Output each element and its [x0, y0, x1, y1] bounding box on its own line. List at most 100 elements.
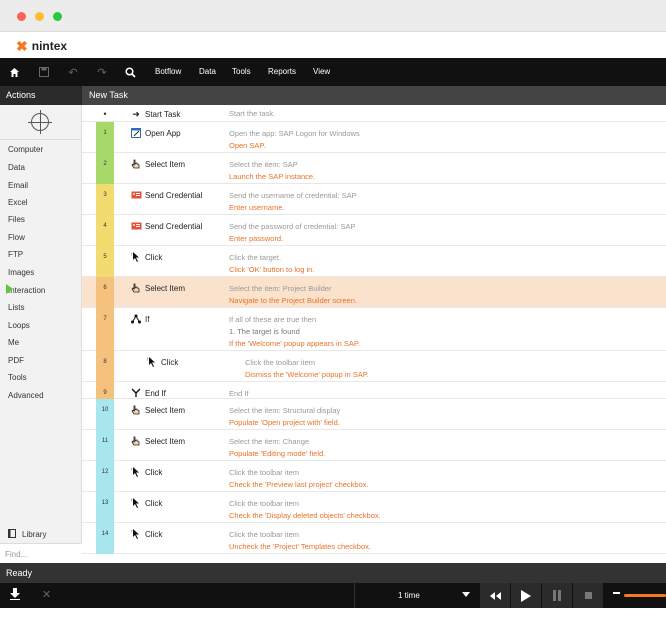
step-row[interactable]: 11 Select Item Select the item: Change Popu… — [82, 430, 666, 461]
run-controls-bar: ✕ 1 time — [0, 583, 666, 608]
step-description-text: Click the toolbar item — [229, 468, 300, 477]
credential-icon — [131, 190, 142, 200]
nintex-logo: ✖ nintex — [16, 39, 67, 53]
step-row[interactable]: 5 Click Click the target. Click 'OK' button… — [82, 246, 666, 277]
category-flow[interactable]: Flow — [8, 233, 25, 242]
step-action: Select Item — [131, 405, 185, 415]
step-number: 3 — [96, 184, 114, 215]
step-row[interactable]: 10 Select Item Select the item: Structural… — [82, 399, 666, 430]
step-action: Select Item — [131, 436, 185, 446]
undo-icon[interactable]: ↶ — [65, 64, 81, 80]
step-action-label: Send Credential — [145, 190, 203, 200]
step-description-text: If all of these are true then — [229, 315, 317, 324]
close-window-button[interactable] — [17, 12, 26, 21]
step-description: Click the toolbar item Dismiss the 'Welco… — [245, 357, 369, 381]
step-action: End If — [131, 388, 166, 398]
category-computer[interactable]: Computer — [8, 145, 43, 154]
step-number: 11 — [96, 430, 114, 461]
repeat-select[interactable]: 1 time — [354, 583, 478, 608]
step-row[interactable]: 4 Send Credential Send the password of cre… — [82, 215, 666, 246]
category-pdf[interactable]: PDF — [8, 356, 24, 365]
category-ftp[interactable]: FTP — [8, 250, 23, 259]
start-task-row[interactable]: • ➜ Start Task Start the task. — [82, 105, 666, 122]
credential-icon — [131, 221, 142, 231]
step-action-label: Click — [145, 529, 163, 539]
step-description: Send the username of credential: SAP Ente… — [229, 190, 357, 214]
open-app-icon — [131, 128, 141, 138]
category-images[interactable]: Images — [8, 268, 34, 277]
step-number: 8 — [96, 351, 114, 382]
book-icon — [8, 529, 16, 540]
step-action-label: Select Item — [145, 283, 186, 293]
menu-reports[interactable]: Reports — [268, 58, 296, 86]
menu-data[interactable]: Data — [199, 58, 216, 86]
maximize-window-button[interactable] — [53, 12, 62, 21]
step-description-text: Click the toolbar item — [229, 530, 300, 539]
category-me[interactable]: Me — [8, 338, 19, 347]
minimize-window-button[interactable] — [35, 12, 44, 21]
repeat-value: 1 time — [398, 591, 420, 600]
step-row[interactable]: 7 If If all of these are true then 1. The t… — [82, 308, 666, 351]
stop-button[interactable] — [573, 583, 603, 608]
step-row[interactable]: 13 Click Click the toolbar item Check the '… — [82, 492, 666, 523]
category-excel[interactable]: Excel — [8, 198, 28, 207]
category-loops[interactable]: Loops — [8, 321, 30, 330]
step-description-text: Open the app: SAP Logon for Windows — [229, 129, 360, 138]
menu-botflow[interactable]: Botflow — [155, 58, 181, 86]
step-action-label: Click — [161, 357, 179, 367]
menu-tools[interactable]: Tools — [232, 58, 251, 86]
category-lists[interactable]: Lists — [8, 303, 24, 312]
cursor-icon — [146, 357, 157, 367]
step-action: Send Credential — [131, 221, 202, 231]
step-action: Click — [130, 252, 162, 262]
category-email[interactable]: Email — [8, 181, 28, 190]
menu-view[interactable]: View — [313, 58, 330, 86]
category-interaction[interactable]: Interaction — [8, 286, 45, 295]
step-action: Click — [130, 467, 162, 477]
step-row[interactable]: 12 Click Click the toolbar item Check the '… — [82, 461, 666, 492]
step-number: 5 — [96, 246, 114, 277]
cursor-icon — [130, 467, 141, 477]
step-row[interactable]: 6 Select Item Select the item: Project Bui… — [6, 277, 666, 308]
step-description-text: Select the item: Project Builder — [229, 284, 332, 293]
close-icon[interactable]: ✕ — [42, 588, 51, 601]
step-comment: Populate 'Open project with' field. — [229, 418, 340, 427]
step-number: 14 — [96, 523, 114, 554]
hand-icon — [131, 405, 141, 415]
step-row[interactable]: 9 End If End If — [82, 382, 666, 399]
step-row[interactable]: 3 Send Credential Send the username of cre… — [82, 184, 666, 215]
rewind-button[interactable] — [480, 583, 510, 608]
hand-icon — [131, 283, 141, 293]
speed-slider[interactable] — [624, 594, 666, 597]
nintex-x-icon: ✖ — [16, 38, 28, 54]
step-description-text: Click the toolbar item — [229, 499, 300, 508]
step-row[interactable]: 1 Open App Open the app: SAP Logon for Win… — [82, 122, 666, 153]
category-data[interactable]: Data — [8, 163, 25, 172]
category-advanced[interactable]: Advanced — [8, 391, 44, 400]
find-input[interactable]: Find... — [0, 543, 82, 563]
library-label: Library — [22, 530, 47, 539]
step-description: Select the item: Project Builder Navigate… — [229, 283, 357, 307]
step-comment: Open SAP. — [229, 141, 266, 150]
speed-slower-icon[interactable] — [613, 592, 620, 594]
category-tools[interactable]: Tools — [8, 373, 27, 382]
chevron-down-icon — [462, 592, 470, 597]
step-action-label: Select Item — [145, 159, 186, 169]
play-button[interactable] — [511, 583, 541, 608]
step-row[interactable]: 8 Click Click the toolbar item Dismiss the … — [82, 351, 666, 382]
cursor-icon — [130, 252, 141, 262]
step-description-text: Click the toolbar item — [245, 358, 316, 367]
home-icon[interactable] — [6, 64, 22, 80]
save-icon[interactable] — [36, 64, 52, 80]
library-button[interactable]: Library — [8, 529, 46, 540]
step-row[interactable]: 2 Select Item Select the item: SAP Launch t… — [82, 153, 666, 184]
step-row[interactable]: 14 Click Click the toolbar item Uncheck the… — [82, 523, 666, 554]
download-icon[interactable] — [10, 588, 20, 603]
step-comment: Launch the SAP instance. — [229, 172, 316, 181]
pause-button[interactable] — [542, 583, 572, 608]
main-toolbar: ↶ ↷ Botflow Data Tools Reports View — [0, 58, 666, 86]
category-files[interactable]: Files — [8, 215, 25, 224]
target-picker-icon[interactable] — [28, 110, 52, 134]
redo-icon[interactable]: ↷ — [94, 64, 110, 80]
search-icon[interactable] — [122, 64, 138, 80]
